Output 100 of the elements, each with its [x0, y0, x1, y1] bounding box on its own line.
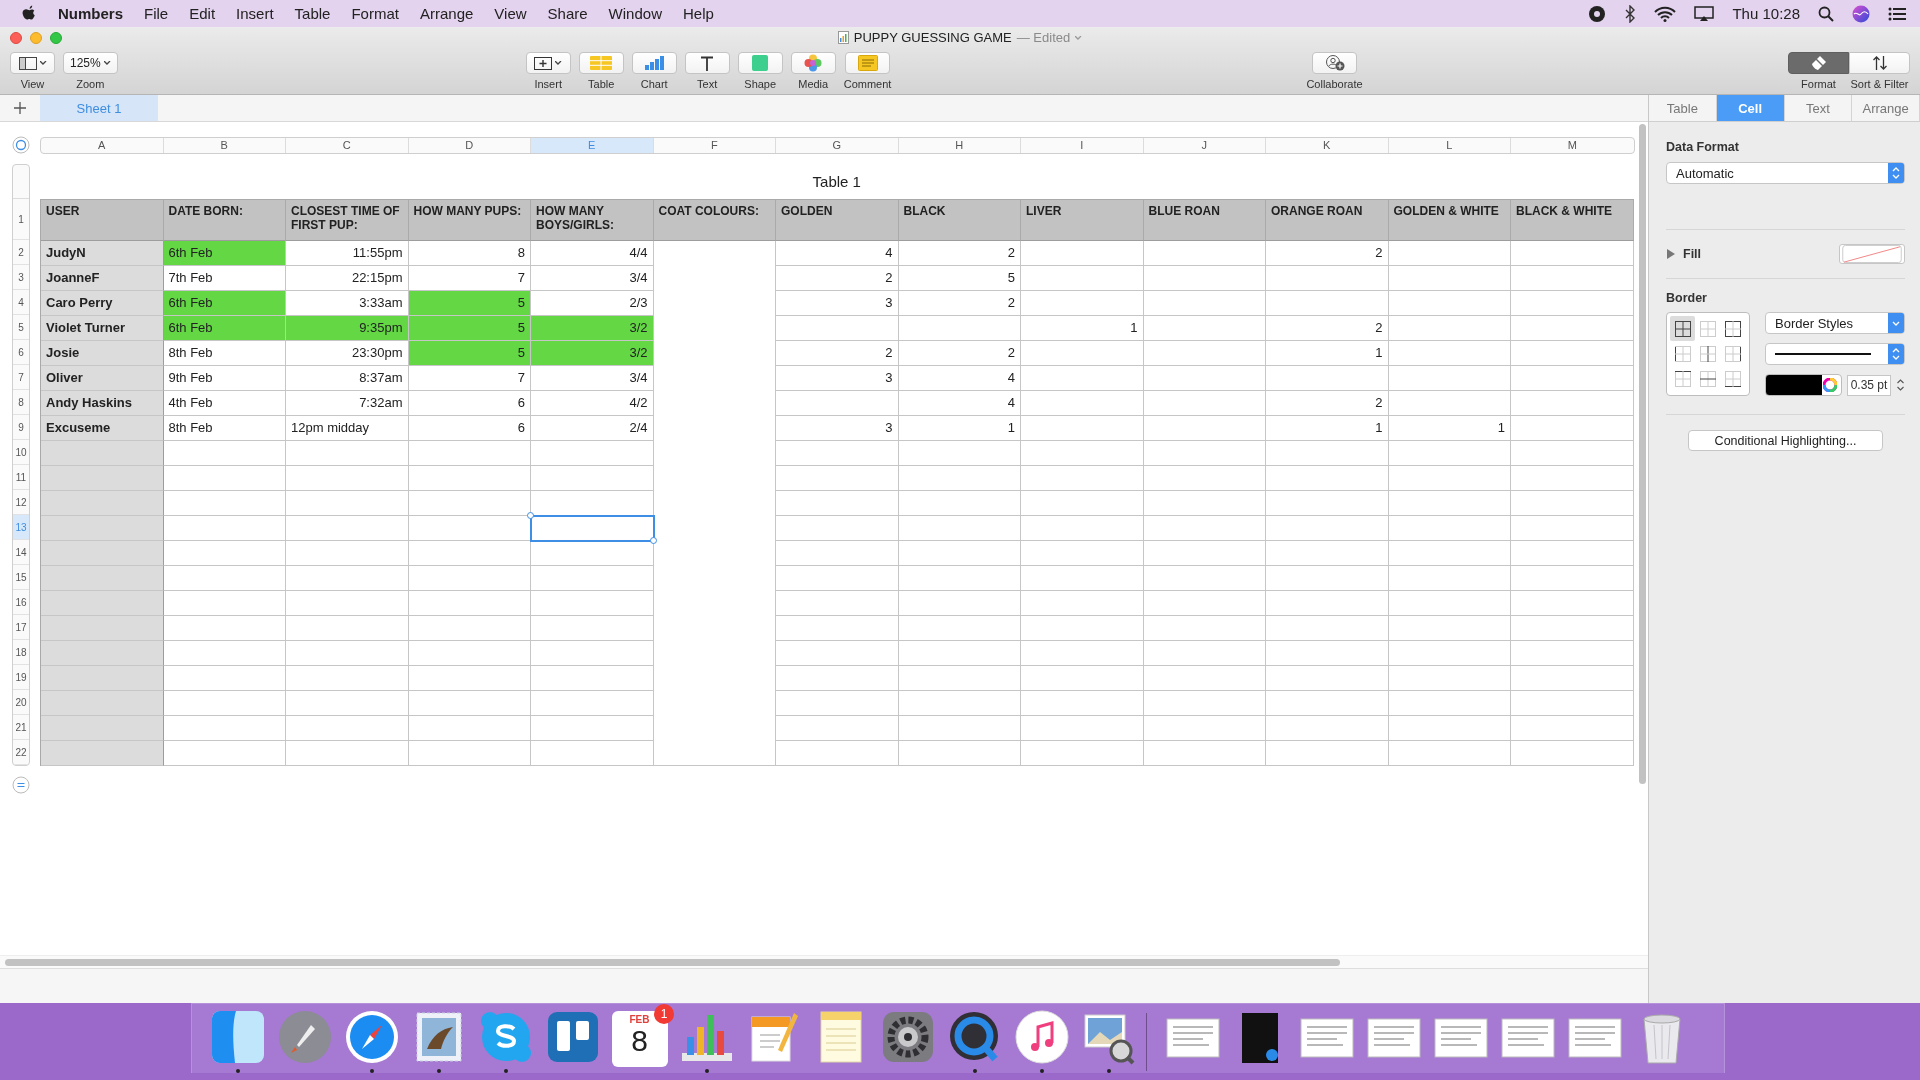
compass-icon[interactable]	[343, 1009, 400, 1065]
row-number[interactable]: 8	[13, 390, 29, 415]
data-format-dropdown[interactable]: Automatic	[1666, 162, 1905, 184]
orb-icon[interactable]	[1852, 4, 1870, 23]
menu-item[interactable]: View	[494, 5, 527, 22]
column-header[interactable]: J	[1143, 137, 1266, 153]
menu-item[interactable]: Help	[682, 5, 714, 22]
row-number[interactable]: 6	[13, 340, 29, 365]
row-number[interactable]: 11	[13, 465, 29, 490]
fill-swatch[interactable]	[1839, 244, 1905, 264]
close-button[interactable]	[10, 32, 22, 44]
minimize-button[interactable]	[30, 32, 42, 44]
menu-item[interactable]: File	[144, 5, 169, 22]
row-number[interactable]: 21	[13, 715, 29, 740]
zoom-button[interactable]: 125%	[63, 52, 118, 74]
section-label: Border	[1666, 291, 1708, 305]
selection-handle[interactable]	[527, 512, 534, 519]
row-number[interactable]: 17	[13, 615, 29, 640]
insert-button[interactable]	[525, 52, 571, 74]
column-header[interactable]: H	[898, 137, 1021, 153]
column-header[interactable]: G	[776, 137, 899, 153]
border-style-dropdown[interactable]: Border Styles	[1765, 312, 1905, 334]
view-button[interactable]	[10, 52, 55, 74]
menu-item[interactable]: Share	[547, 5, 588, 22]
table-cell: 2	[898, 291, 1021, 316]
row-number[interactable]: 9	[13, 415, 29, 440]
scrollbar-thumb[interactable]	[5, 959, 1340, 966]
line-style-dropdown[interactable]	[1765, 343, 1905, 365]
header-cell: CLOSEST TIME OF FIRST PUP:	[286, 200, 409, 241]
conditional-highlighting-button[interactable]: Conditional Highlighting...	[1688, 430, 1883, 451]
row-number[interactable]: 16	[13, 590, 29, 615]
column-header[interactable]: I	[1021, 137, 1144, 153]
border-grid-icon	[1700, 320, 1716, 337]
format-button[interactable]	[1788, 52, 1849, 74]
table-button[interactable]	[578, 52, 624, 74]
row-number[interactable]: 1	[13, 199, 29, 240]
row-number[interactable]: 4	[13, 290, 29, 315]
finder-icon[interactable]	[209, 1009, 266, 1065]
search-icon[interactable]	[1818, 5, 1834, 22]
sort-filter-button[interactable]	[1849, 52, 1910, 74]
menu-item[interactable]: Format	[351, 5, 399, 22]
select-all-icon[interactable]	[12, 136, 30, 154]
chart-button[interactable]	[631, 52, 677, 74]
line-sample-icon	[1775, 352, 1871, 356]
border-preset[interactable]	[1670, 316, 1696, 342]
rocket-icon[interactable]	[276, 1009, 333, 1065]
row-number[interactable]: 20	[13, 690, 29, 715]
app-menu[interactable]: Numbers	[58, 5, 124, 22]
row-number[interactable]: 15	[13, 565, 29, 590]
column-header[interactable]: K	[1266, 137, 1389, 153]
note-icon	[857, 55, 878, 71]
menu-item[interactable]: Insert	[236, 5, 274, 22]
edited-label: — Edited	[1016, 30, 1071, 45]
comment-button[interactable]	[845, 52, 891, 74]
column-header[interactable]: C	[286, 137, 409, 153]
row-number[interactable]: 2	[13, 240, 29, 265]
table-cell: 11:55pm	[286, 241, 409, 266]
menu-item[interactable]: Window	[608, 5, 662, 22]
zoom-button[interactable]	[50, 32, 62, 44]
shape-button[interactable]	[737, 52, 783, 74]
collaborate-button[interactable]	[1312, 52, 1357, 74]
column-header[interactable]: M	[1511, 137, 1634, 153]
row-number[interactable]: 19	[13, 665, 29, 690]
row-number[interactable]: 14	[13, 540, 29, 565]
inspector-tab[interactable]: Table	[1649, 95, 1717, 121]
row-number[interactable]: 5	[13, 315, 29, 340]
border-grid-icon	[1725, 371, 1742, 388]
border-width-field[interactable]: 0.35 pt	[1847, 374, 1891, 396]
menu-item[interactable]: Arrange	[419, 5, 474, 22]
column-header[interactable]: F	[653, 137, 776, 153]
column-header[interactable]: A	[41, 137, 164, 153]
text-icon	[700, 55, 715, 71]
row-number[interactable]: 22	[13, 740, 29, 765]
add-row-icon[interactable]	[12, 776, 30, 794]
row-number[interactable]: 18	[13, 640, 29, 665]
display-icon[interactable]	[1694, 5, 1715, 22]
bluetooth-icon[interactable]	[1624, 4, 1637, 23]
text-button[interactable]	[684, 52, 730, 74]
column-header[interactable]: L	[1388, 137, 1511, 153]
clock[interactable]: Thu 10:28	[1732, 5, 1800, 22]
inspector-tab[interactable]: Arrange	[1852, 95, 1920, 121]
list-icon[interactable]	[1888, 6, 1906, 21]
menu-item[interactable]: Edit	[189, 5, 216, 22]
add-icon[interactable]	[14, 102, 26, 114]
media-button[interactable]	[790, 52, 836, 74]
row-number[interactable]: 7	[13, 365, 29, 390]
selection-handle[interactable]	[649, 537, 657, 544]
header-cell: LIVER	[1021, 200, 1144, 241]
scrollbar-thumb[interactable]	[1639, 124, 1646, 784]
menu-item[interactable]: Table	[294, 5, 331, 22]
color-well[interactable]	[1765, 374, 1842, 396]
wifi-icon[interactable]	[1654, 5, 1677, 22]
row-number[interactable]: 10	[13, 440, 29, 465]
disclosure-triangle-icon[interactable]	[1666, 249, 1675, 259]
caret-icon	[555, 61, 563, 65]
row-number[interactable]: 3	[13, 265, 29, 290]
music-note-icon[interactable]	[1013, 1009, 1070, 1065]
toolbar-label: Shape	[744, 78, 777, 90]
column-header[interactable]: B	[163, 137, 286, 153]
inspector-tab[interactable]: Text	[1784, 95, 1853, 121]
